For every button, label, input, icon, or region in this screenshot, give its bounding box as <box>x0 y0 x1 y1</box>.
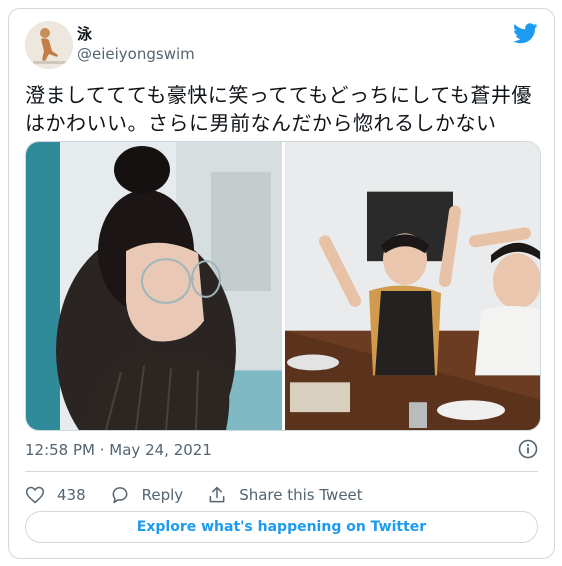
like-count: 438 <box>57 486 86 504</box>
reply-label: Reply <box>141 486 184 504</box>
divider <box>25 471 538 472</box>
user-name[interactable]: 泳 <box>77 23 92 44</box>
like-button[interactable]: 438 <box>25 485 86 505</box>
laughing-women-photo[interactable] <box>285 142 540 430</box>
share-label: Share this Tweet <box>239 486 363 504</box>
twitter-bird-icon[interactable] <box>513 23 538 44</box>
tweet-text: 澄ましててても豪快に笑っててもどっちにしても蒼井優はかわいい。さらに男前なんだか… <box>25 83 532 135</box>
reply-button[interactable]: Reply <box>110 485 184 505</box>
reply-icon <box>112 487 128 504</box>
avatar[interactable] <box>25 21 73 69</box>
share-button[interactable]: Share this Tweet <box>207 485 363 505</box>
action-bar: 438 Reply Share this Tweet <box>25 481 387 509</box>
woman-with-glasses-photo[interactable] <box>26 142 282 430</box>
info-icon[interactable] <box>518 439 538 459</box>
explore-button[interactable]: Explore what's happening on Twitter <box>25 511 538 543</box>
tweet-timestamp[interactable]: 12:58 PM · May 24, 2021 <box>25 441 212 459</box>
user-handle[interactable]: @eieiyongswim <box>77 45 195 63</box>
media-grid <box>25 141 541 431</box>
tweet-card: 泳 @eieiyongswim 澄ましててても豪快に笑っててもどっちにしても蒼井… <box>8 8 555 559</box>
heart-icon <box>25 486 45 504</box>
share-icon <box>209 486 225 503</box>
